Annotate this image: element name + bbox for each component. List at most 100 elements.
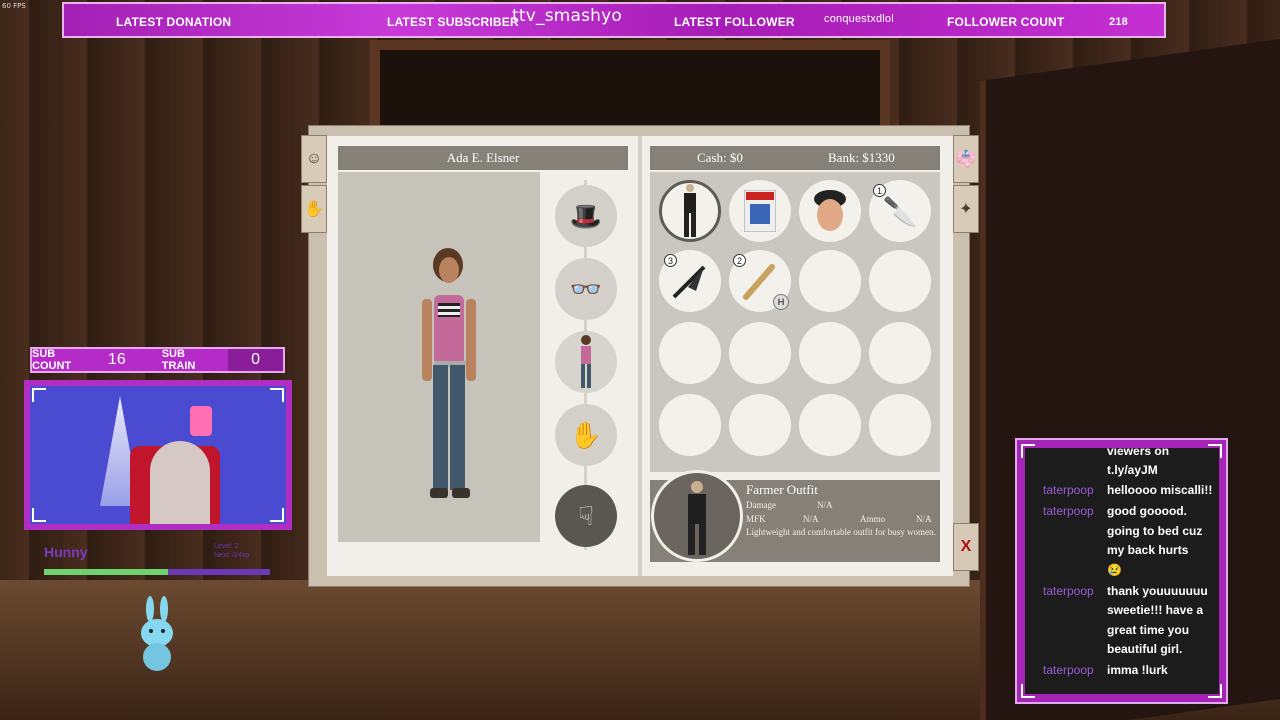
chat-text: my back hurts <box>1107 543 1189 557</box>
frame-corner-icon <box>32 388 46 402</box>
item-title: Farmer Outfit <box>746 482 818 497</box>
chat-text: great time you <box>1107 623 1190 637</box>
frame-corner-icon <box>32 508 46 522</box>
frame-corner-icon <box>270 508 284 522</box>
knife-icon: 🔪 <box>882 195 918 227</box>
chat-text: helloooo miscalli!! <box>1107 483 1213 497</box>
umbrella-count-badge: 3 <box>664 254 677 267</box>
inventory-slot-newspaper[interactable] <box>729 180 791 242</box>
sub-count-value: 16 <box>107 351 126 368</box>
latest-subscriber-value: ttv_smashyo <box>512 6 623 26</box>
book-spine <box>638 136 642 576</box>
compass-icon: ✦ <box>959 201 973 218</box>
chat-text: good gooood. <box>1107 504 1187 518</box>
frame-corner-icon <box>1021 444 1035 458</box>
money-bar: Cash: $0 Bank: $1330 <box>650 146 940 170</box>
damage-value: N/A <box>817 500 833 510</box>
latest-follower-label: LATEST FOLLOWER <box>674 15 795 29</box>
chat-messages: viewers on t.ly/ayJM taterpoop helloooo m… <box>1025 448 1219 694</box>
frame-corner-icon <box>1021 684 1035 698</box>
pet-level-line: Level: 2 <box>214 543 239 550</box>
fps-counter: 60 FPS <box>2 2 26 10</box>
chat-username: taterpoop <box>1043 483 1094 497</box>
sub-train-label: SUB TRAIN <box>161 348 196 372</box>
inventory-slot-empty[interactable] <box>729 322 791 384</box>
chat-emote: 😢 <box>1107 563 1122 577</box>
chat-username: taterpoop <box>1043 584 1094 598</box>
head-icon <box>814 190 846 231</box>
chat-text: t.ly/ayJM <box>1107 463 1158 477</box>
tab-compass[interactable]: ✦ <box>953 185 979 233</box>
inventory-slot-outfit[interactable] <box>659 180 721 242</box>
pet-xp-line: Next: 0/4xp <box>214 552 250 559</box>
damage-label: Damage <box>746 500 776 510</box>
latest-donation-label: LATEST DONATION <box>116 15 232 29</box>
follower-count-value: 218 <box>1109 16 1128 28</box>
farmer-outfit-preview-icon <box>688 481 706 555</box>
inventory-slot-empty[interactable] <box>869 322 931 384</box>
cash-value: Cash: $0 <box>697 150 743 165</box>
stream-top-bar: LATEST DONATION LATEST SUBSCRIBER ttv_sm… <box>62 2 1166 38</box>
character-name-bar: Ada E. Elsner <box>338 146 628 170</box>
chat-text: imma !lurk <box>1107 663 1168 677</box>
bat-count-badge: 2 <box>733 254 746 267</box>
pet-name: Hunny <box>44 544 88 560</box>
close-icon: X <box>960 538 972 555</box>
chat-text: thank youuuuuuu <box>1107 584 1208 598</box>
sub-count-label: SUB COUNT <box>32 348 72 372</box>
item-description: Lightweight and comfortable outfit for b… <box>746 527 936 537</box>
frame-corner-icon <box>1208 684 1222 698</box>
inventory-slot-empty[interactable] <box>659 322 721 384</box>
inventory-slot-empty[interactable] <box>869 394 931 456</box>
knife-count-badge: 1 <box>873 184 886 197</box>
umbrella-icon <box>672 265 706 299</box>
baseball-bat-icon <box>743 264 775 300</box>
webcam-frame <box>24 380 292 530</box>
hand-down-icon: ☟ <box>578 500 594 531</box>
chat-text: sweetie!!! have a <box>1107 603 1204 617</box>
inventory-slot-empty[interactable] <box>659 394 721 456</box>
sub-train-value: 0 <box>251 351 261 368</box>
pet-level: Level: 2 Next: 0/4xp <box>214 542 249 560</box>
inventory-slot-head[interactable] <box>799 180 861 242</box>
inventory-slot-empty[interactable] <box>799 394 861 456</box>
equip-slot-hat[interactable]: 🎩 <box>555 185 617 247</box>
tab-skills[interactable]: ✋ <box>301 185 327 233</box>
latest-follower-value: conquestxdlol <box>824 13 894 25</box>
chat-username: taterpoop <box>1043 663 1094 677</box>
equipment-slots: 🎩 👓 ✋ ☟ <box>553 180 619 550</box>
equip-slot-outfit[interactable] <box>555 331 617 393</box>
equip-slot-glasses[interactable]: 👓 <box>555 258 617 320</box>
glove-icon: ✋ <box>569 419 603 450</box>
bank-value: Bank: $1330 <box>828 150 895 165</box>
tab-character[interactable]: ☺ <box>301 135 327 183</box>
pet-xp-fill <box>44 569 169 575</box>
chat-text: going to bed cuz <box>1107 524 1203 538</box>
newspaper-icon <box>744 190 776 232</box>
frame-corner-icon <box>270 388 284 402</box>
inventory-slot-empty[interactable] <box>729 394 791 456</box>
pet-xp-bar <box>44 569 270 575</box>
inventory-slot-empty[interactable] <box>799 250 861 312</box>
chat-username: taterpoop <box>1043 504 1094 518</box>
close-button[interactable]: X <box>953 523 979 571</box>
bunny-pet-icon <box>141 596 173 671</box>
hat-icon: 🎩 <box>569 200 603 231</box>
outfit-icon: 👘 <box>956 151 976 168</box>
tab-outfit[interactable]: 👘 <box>953 135 979 183</box>
lamp <box>190 406 212 436</box>
inventory-slot-empty[interactable] <box>799 322 861 384</box>
equip-slot-hand[interactable]: ☟ <box>555 485 617 547</box>
ammo-label: Ammo <box>860 514 886 524</box>
frame-corner-icon <box>1208 444 1222 458</box>
inventory-slot-empty[interactable] <box>869 250 931 312</box>
latest-subscriber-label: LATEST SUBSCRIBER <box>387 15 519 29</box>
mfk-label: MFK <box>746 514 766 524</box>
chat-box: viewers on t.ly/ayJM taterpoop helloooo m… <box>1015 438 1228 704</box>
equip-slot-gloves[interactable]: ✋ <box>555 404 617 466</box>
glasses-icon: 👓 <box>569 273 603 304</box>
sub-count-bar: SUB COUNT 16 SUB TRAIN 0 <box>30 347 285 373</box>
character-model[interactable] <box>408 243 488 508</box>
farmer-outfit-icon <box>684 184 696 237</box>
item-detail-image <box>651 470 743 562</box>
